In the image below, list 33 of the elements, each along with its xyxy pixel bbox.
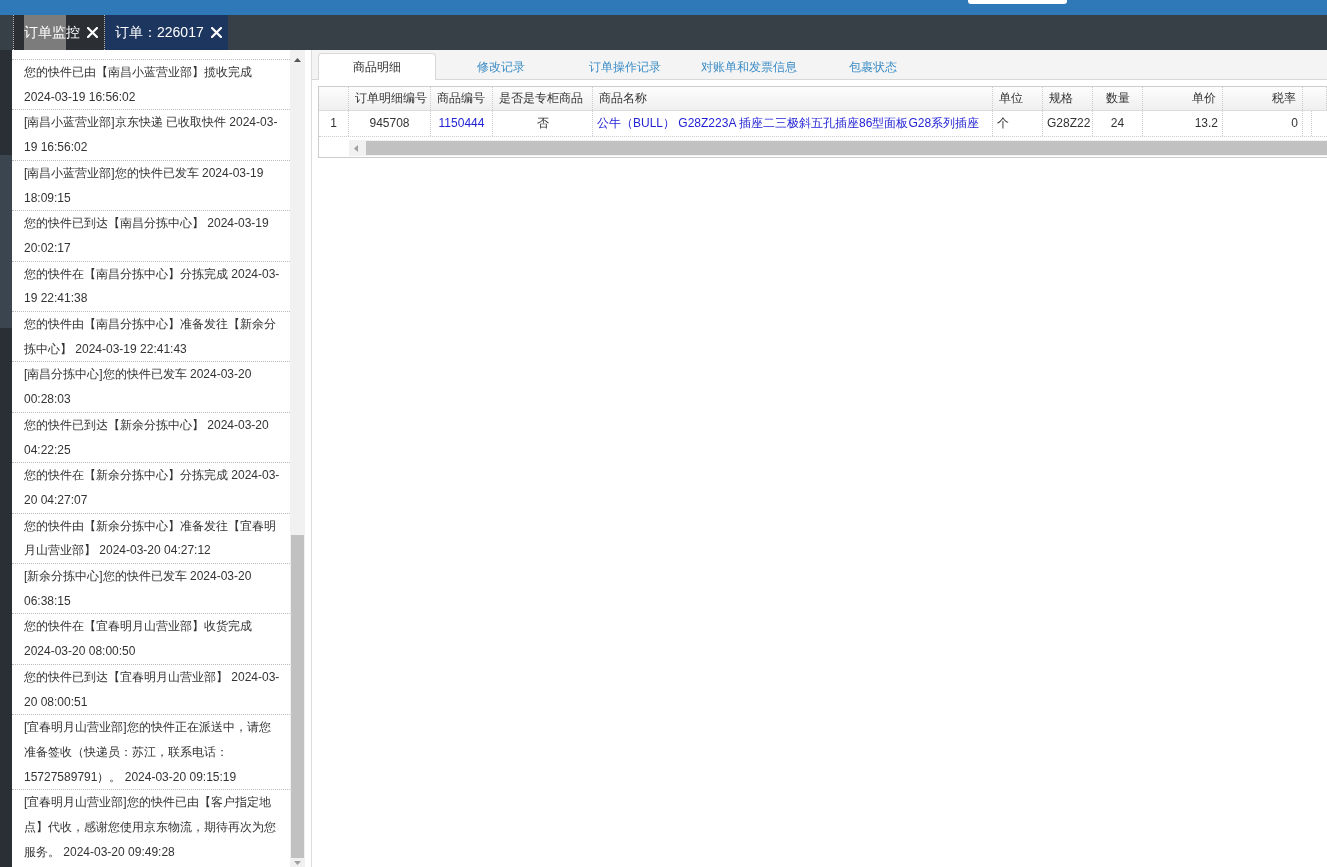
- close-icon[interactable]: [210, 27, 222, 38]
- table-cell: 24: [1093, 111, 1143, 136]
- table-cell: 945708: [349, 111, 431, 136]
- column-header: 商品名称: [593, 87, 993, 110]
- column-header: 单价: [1143, 87, 1223, 110]
- close-icon[interactable]: [87, 27, 98, 38]
- column-header: 单位: [993, 87, 1043, 110]
- input-field[interactable]: [968, 0, 1067, 4]
- table-cell: G28Z22: [1043, 111, 1093, 136]
- column-header: 规格: [1043, 87, 1093, 110]
- tab[interactable]: 订单：226017: [105, 15, 228, 50]
- column-header: 订单明细编号: [349, 87, 431, 110]
- tab[interactable]: 订单监控: [13, 15, 105, 50]
- table-link[interactable]: 公牛（BULL） G28Z223A 插座二三极斜五孔插座86型面板G28系列插座: [593, 111, 993, 136]
- scrollbar-thumb[interactable]: [291, 535, 304, 858]
- scroll-up-icon[interactable]: [294, 58, 301, 62]
- tab[interactable]: 商品明细: [318, 53, 436, 80]
- column-header: 是否是专柜商品: [493, 87, 593, 110]
- tab[interactable]: 包裹状态: [814, 54, 932, 80]
- column-header: 商品编号: [431, 87, 493, 110]
- row-number: 1: [319, 111, 349, 136]
- table-cell: 0: [1223, 111, 1303, 136]
- table-cell: 个: [993, 111, 1043, 136]
- table-cell: 否: [493, 111, 593, 136]
- scroll-left-icon[interactable]: [354, 144, 358, 152]
- column-header: 税率: [1223, 87, 1303, 110]
- column-header: 数量: [1093, 87, 1143, 110]
- table-cell: 13.2: [1143, 111, 1223, 136]
- table-link[interactable]: 1150444: [431, 111, 493, 136]
- scroll-down-icon[interactable]: [294, 861, 301, 865]
- tab[interactable]: 修改记录: [442, 54, 560, 80]
- tab[interactable]: 对账单和发票信息: [690, 54, 808, 80]
- tab[interactable]: 订单操作记录: [566, 54, 684, 80]
